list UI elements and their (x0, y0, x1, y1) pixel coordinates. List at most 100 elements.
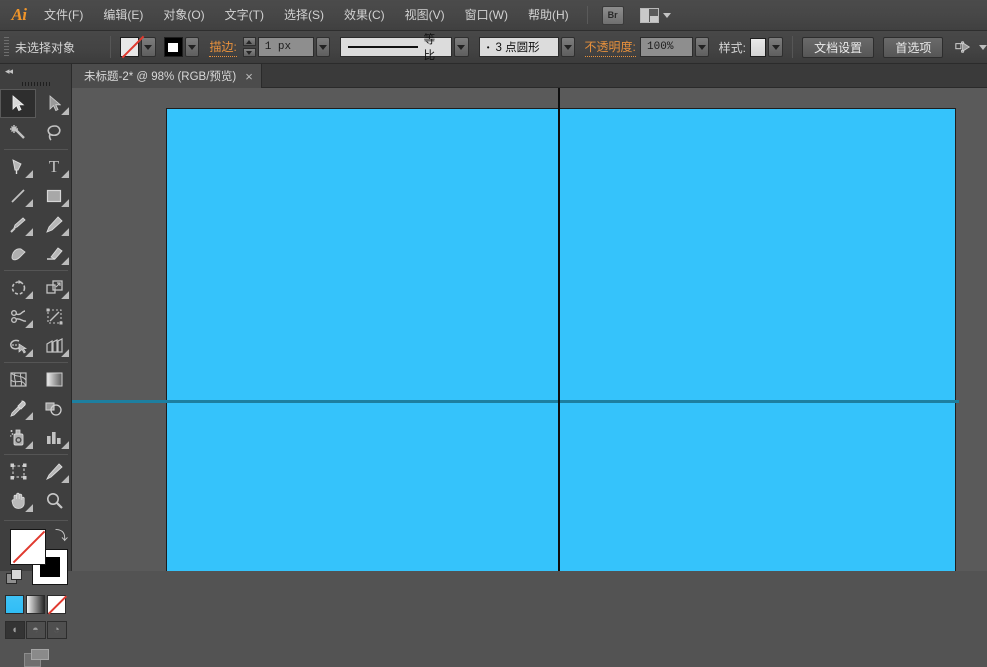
opacity-dropdown[interactable] (694, 37, 710, 57)
menu-edit[interactable]: 编辑(E) (93, 0, 153, 31)
opacity-label[interactable]: 不透明度: (584, 38, 636, 57)
fill-swatch-dropdown[interactable] (140, 37, 156, 57)
fill-stroke-control: ⤵ (0, 525, 72, 591)
stroke-weight-input[interactable]: 1 px (257, 37, 314, 57)
menu-select[interactable]: 选择(S) (274, 0, 334, 31)
chevron-down-icon (698, 44, 707, 50)
style-label: 样式: (718, 40, 746, 55)
direct-selection-tool[interactable] (36, 89, 72, 118)
document-setup-button[interactable]: 文档设置 (802, 36, 875, 58)
default-fill-stroke-icon[interactable] (6, 569, 22, 584)
draw-inside-button[interactable]: ◔ (46, 621, 67, 639)
brush-definition-combo[interactable]: • 3 点圆形 (478, 37, 559, 57)
align-dropdown-chevron-icon[interactable] (978, 44, 987, 50)
column-graph-tool[interactable] (36, 423, 72, 452)
stroke-profile-label: 等比 (423, 34, 436, 62)
pencil-tool[interactable] (36, 210, 72, 239)
change-screen-mode-button[interactable] (0, 649, 71, 667)
eyedropper-tool[interactable] (0, 394, 36, 423)
toolbar-divider (4, 362, 68, 363)
selection-tool[interactable] (0, 89, 36, 118)
stroke-color-swatch[interactable] (163, 37, 183, 57)
close-icon[interactable]: × (245, 70, 253, 83)
menu-file[interactable]: 文件(F) (34, 0, 93, 31)
vertical-guide[interactable] (558, 88, 560, 571)
pen-tool[interactable] (0, 152, 36, 181)
stroke-weight-dropdown[interactable] (315, 37, 331, 57)
fill-swatch-none[interactable] (10, 529, 46, 565)
graphic-style-dropdown[interactable] (768, 37, 784, 57)
tool-grid: T (0, 89, 72, 515)
none-mode-button[interactable] (47, 595, 66, 614)
bridge-button[interactable]: Br (601, 5, 624, 25)
chevron-down-icon (771, 44, 780, 50)
lasso-tool[interactable] (36, 118, 72, 147)
rectangle-tool[interactable] (36, 181, 72, 210)
artboard-tool[interactable] (0, 457, 36, 486)
draw-normal-button[interactable]: ◖ (4, 621, 25, 639)
graphic-style-swatch[interactable] (750, 37, 767, 57)
eraser-tool[interactable] (36, 239, 72, 268)
color-mode-button[interactable] (5, 595, 24, 614)
divider (110, 36, 112, 58)
stroke-weight-stepper[interactable] (242, 37, 256, 57)
collapse-toolbar-icon[interactable]: ◂◂ (0, 64, 71, 78)
slice-tool[interactable] (36, 457, 72, 486)
canvas-area[interactable] (72, 88, 987, 571)
document-tab-bar: ◂◂ 未标题-2* @ 98% (RGB/预览) × (0, 64, 987, 88)
toolbar-grip[interactable] (0, 78, 71, 89)
workspace-layout-icon (639, 7, 659, 23)
toolbar-divider (4, 454, 68, 455)
mesh-tool[interactable] (0, 365, 36, 394)
menu-type[interactable]: 文字(T) (215, 0, 274, 31)
zoom-tool[interactable] (36, 486, 72, 515)
tools-panel: ◂◂ T ⤵ ◖ ◓ ◔ (0, 64, 72, 667)
chevron-down-icon (457, 44, 466, 50)
blue-rectangle-artwork[interactable] (166, 108, 956, 571)
chevron-down-icon (144, 44, 153, 50)
menu-bar: Ai 文件(F) 编辑(E) 对象(O) 文字(T) 选择(S) 效果(C) 视… (0, 0, 987, 31)
line-segment-tool[interactable] (0, 181, 36, 210)
stroke-profile-combo[interactable]: 等比 (340, 34, 452, 62)
hand-tool[interactable] (0, 486, 36, 515)
stroke-profile-dropdown[interactable] (453, 37, 469, 57)
selection-status-label: 未选择对象 (15, 40, 76, 55)
blend-tool[interactable] (36, 394, 72, 423)
free-transform-tool[interactable] (36, 302, 72, 331)
stepper-down-icon[interactable] (242, 48, 256, 57)
menu-window[interactable]: 窗口(W) (455, 0, 518, 31)
paintbrush-tool[interactable] (0, 210, 36, 239)
menu-effect[interactable]: 效果(C) (334, 0, 395, 31)
color-mode-row (0, 595, 71, 614)
stroke-swatch-dropdown[interactable] (184, 37, 200, 57)
symbol-sprayer-tool[interactable] (0, 423, 36, 452)
preferences-button[interactable]: 首选项 (883, 36, 944, 58)
fill-color-swatch[interactable] (120, 37, 139, 57)
control-bar-grip[interactable] (4, 37, 10, 57)
blob-brush-tool[interactable] (0, 239, 36, 268)
stepper-up-icon[interactable] (242, 37, 256, 46)
menu-view[interactable]: 视图(V) (395, 0, 455, 31)
menu-object[interactable]: 对象(O) (153, 0, 214, 31)
gradient-tool[interactable] (36, 365, 72, 394)
draw-behind-button[interactable]: ◓ (25, 621, 46, 639)
swap-fill-stroke-icon[interactable]: ⤵ (55, 525, 68, 544)
brush-definition-dropdown[interactable] (560, 37, 576, 57)
stroke-weight-label[interactable]: 描边: (209, 38, 237, 57)
type-tool[interactable]: T (36, 152, 72, 181)
shape-builder-tool[interactable] (0, 331, 36, 360)
scale-tool[interactable] (36, 273, 72, 302)
horizontal-guide[interactable] (72, 400, 959, 403)
document-tab[interactable]: 未标题-2* @ 98% (RGB/预览) × (72, 64, 262, 88)
toolbar-divider (4, 270, 68, 271)
width-tool[interactable] (0, 302, 36, 331)
gradient-mode-button[interactable] (26, 595, 45, 614)
magic-wand-tool[interactable] (0, 118, 36, 147)
workspace-switcher[interactable] (639, 7, 671, 23)
menu-help[interactable]: 帮助(H) (518, 0, 579, 31)
perspective-grid-tool[interactable] (36, 331, 72, 360)
opacity-input[interactable]: 100% (640, 37, 693, 57)
align-objects-icon[interactable] (955, 39, 972, 55)
document-tab-title: 未标题-2* @ 98% (RGB/预览) (84, 71, 237, 83)
rotate-tool[interactable] (0, 273, 36, 302)
